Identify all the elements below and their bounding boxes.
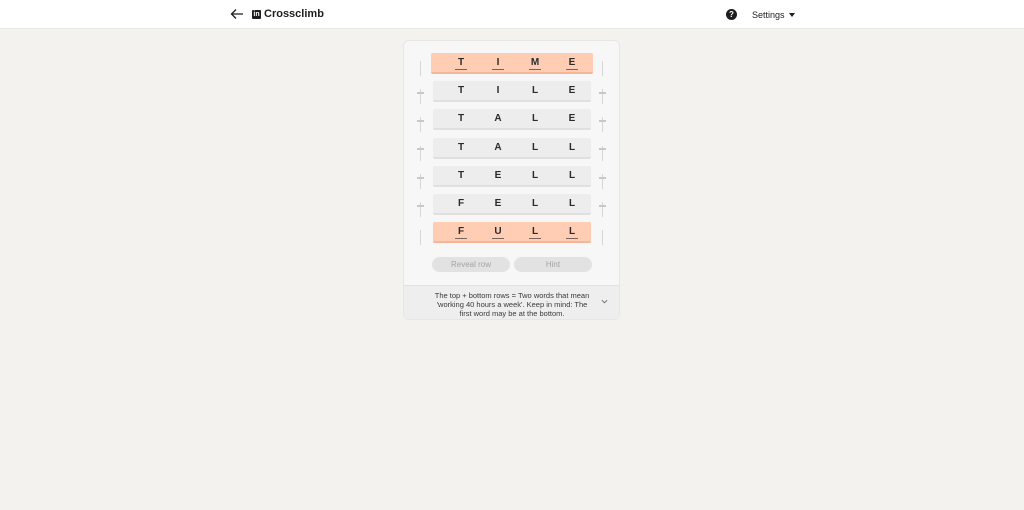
right-rail-segment [602,230,603,246]
letter-tile: E [566,57,578,70]
letter-tile: L [529,226,541,240]
question-circle-icon[interactable]: ? [726,9,737,20]
letter-tile: U [492,226,504,240]
rung-marker [417,92,424,94]
left-rail-segment [420,61,421,76]
hint-button[interactable]: Hint [514,257,592,272]
word-row[interactable]: TELL [433,165,591,187]
letter-tile: M [529,57,541,70]
rung-marker [417,204,424,207]
settings-menu-button[interactable]: Settings [752,9,795,21]
letter-tile: L [531,113,539,125]
letter-tile: E [568,85,576,97]
chevron-down-icon[interactable] [601,298,608,305]
locked-word-row[interactable]: TIME [431,53,593,74]
letter-tile: T [457,169,465,181]
letter-tile: E [568,113,576,125]
letter-tile: E [494,198,502,209]
rung-marker [417,148,424,151]
rung-marker [599,204,606,207]
top-bar: in Crossclimb ? Settings [0,0,1024,29]
word-row[interactable]: FELL [433,194,591,215]
letter-tile: T [457,113,465,125]
word-row[interactable]: TALE [433,109,591,131]
brand: in Crossclimb [252,7,324,21]
page-title: Crossclimb [264,8,324,20]
left-rail-segment [420,230,421,246]
letter-tile: A [494,113,502,125]
letter-tile: F [457,198,465,209]
arrow-left-icon[interactable] [229,6,245,22]
linkedin-logo-icon: in [252,9,261,19]
rung-marker [417,120,424,123]
letter-tile: L [531,85,539,97]
clue-text: The top + bottom rows = Two words that m… [434,291,590,318]
game-board: TIMETILETALETALLTELLFELLFULL Reveal row … [403,40,620,320]
word-row[interactable]: TALL [433,137,591,159]
letter-tile: L [531,141,539,153]
letter-tile: T [457,85,465,97]
reveal-row-button[interactable]: Reveal row [432,257,510,272]
caret-down-icon [788,13,795,17]
letter-tile: T [457,141,465,153]
letter-tile: L [531,198,539,209]
locked-word-row[interactable]: FULL [433,222,591,244]
letter-tile: L [568,198,576,209]
rung-marker [417,176,424,179]
letter-tile: L [566,226,578,240]
rung-marker [599,148,606,151]
right-rail-segment [602,61,603,76]
rung-marker [599,120,606,123]
letter-tile: F [455,226,467,240]
letter-tile: I [496,85,500,97]
settings-label: Settings [752,10,785,20]
letter-tile: L [531,169,539,181]
letter-tile: E [494,169,502,181]
clue-panel[interactable]: The top + bottom rows = Two words that m… [404,285,619,319]
rung-marker [599,176,606,179]
letter-tile: T [455,57,467,70]
letter-tile: A [494,141,502,153]
letter-tile: L [568,169,576,181]
rung-marker [599,92,606,94]
letter-tile: I [492,57,504,70]
word-row[interactable]: TILE [433,81,591,103]
letter-tile: L [568,141,576,153]
